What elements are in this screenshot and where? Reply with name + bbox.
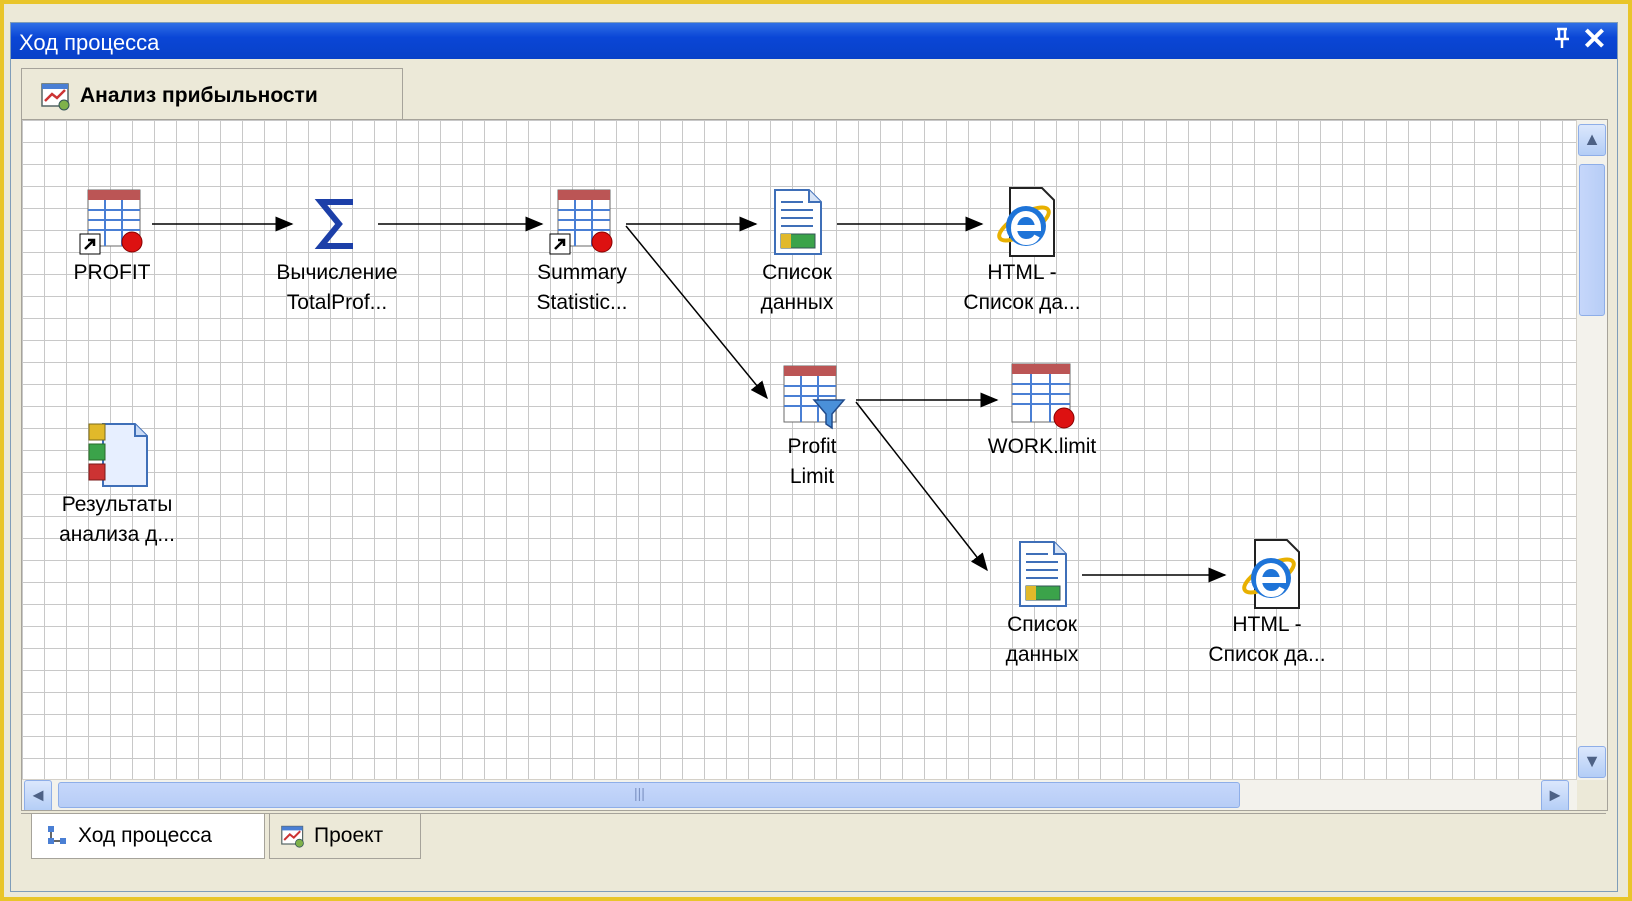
node-html2-label1: HTML - xyxy=(1232,613,1302,636)
node-calc[interactable]: Вычисление TotalProf... xyxy=(252,186,422,318)
scroll-left-button[interactable]: ◄ xyxy=(24,780,52,810)
bottom-tab-bar: Ход процесса Проект xyxy=(21,813,1606,870)
tab-analysis-label: Анализ прибыльности xyxy=(80,84,318,107)
title-bar: Ход процесса ✕ xyxy=(11,23,1617,59)
node-list1-label1: Список xyxy=(762,261,832,284)
internet-explorer-icon xyxy=(1242,539,1300,609)
vertical-scroll-thumb[interactable] xyxy=(1579,164,1605,316)
scroll-up-button[interactable]: ▲ xyxy=(1578,124,1606,156)
scroll-grip: ||| xyxy=(634,785,645,801)
vertical-scrollbar[interactable]: ▲ ▼ xyxy=(1576,120,1607,780)
node-filter[interactable]: Profit Limit xyxy=(762,360,862,492)
window-title: Ход процесса xyxy=(19,30,160,55)
tab-project-label: Проект xyxy=(314,824,384,847)
node-list2-label1: Список xyxy=(1007,613,1077,636)
screen-frame: Ход процесса ✕ Анализ прибыльности PROFI… xyxy=(0,0,1632,901)
table-shortcut-icon xyxy=(79,189,143,255)
pin-icon[interactable] xyxy=(1553,27,1571,55)
node-html2-label2: Список да... xyxy=(1208,643,1326,666)
tab-analysis[interactable]: Анализ прибыльности xyxy=(21,68,403,120)
node-html1-label2: Список да... xyxy=(963,291,1081,314)
horizontal-scrollbar[interactable]: ◄ ||| ► xyxy=(22,779,1577,810)
scroll-corner xyxy=(1577,780,1607,810)
node-worklimit-label1: WORK.limit xyxy=(987,435,1097,458)
node-profit-label1: PROFIT xyxy=(73,261,151,284)
node-results[interactable]: Результаты анализа д... xyxy=(42,418,192,550)
node-list2-label2: данных xyxy=(1005,643,1079,666)
internet-explorer-icon xyxy=(997,187,1055,257)
node-calc-label2: TotalProf... xyxy=(286,291,388,314)
results-icon xyxy=(88,423,148,487)
tab-process-flow[interactable]: Ход процесса xyxy=(31,814,265,859)
sigma-icon xyxy=(314,199,353,249)
scroll-right-button[interactable]: ► xyxy=(1541,780,1569,810)
node-calc-label1: Вычисление xyxy=(276,261,398,284)
node-profit[interactable]: PROFIT xyxy=(52,186,172,288)
node-summary-label2: Statistic... xyxy=(536,291,628,314)
project-icon xyxy=(281,825,304,848)
node-html1[interactable]: HTML - Список да... xyxy=(952,186,1092,318)
node-results-label2: анализа д... xyxy=(59,523,175,546)
horizontal-scroll-thumb[interactable]: ||| xyxy=(58,782,1240,808)
report-icon xyxy=(774,189,822,255)
node-filter-label2: Limit xyxy=(789,465,835,488)
table-shortcut-icon xyxy=(549,189,613,255)
process-flow-canvas[interactable]: PROFIT Вычисление TotalProf... Summary S… xyxy=(21,119,1608,811)
scroll-down-button[interactable]: ▼ xyxy=(1578,746,1606,778)
close-icon[interactable]: ✕ xyxy=(1582,24,1607,56)
process-flow-window: Ход процесса ✕ Анализ прибыльности PROFI… xyxy=(10,22,1618,892)
node-list1-label2: данных xyxy=(760,291,834,314)
filter-table-icon xyxy=(783,365,846,430)
node-worklimit[interactable]: WORK.limit xyxy=(967,360,1117,462)
tab-project[interactable]: Проект xyxy=(269,814,421,859)
project-icon xyxy=(41,83,70,111)
node-html2[interactable]: HTML - Список да... xyxy=(1197,538,1337,670)
node-summary[interactable]: Summary Statistic... xyxy=(517,186,647,318)
node-list1[interactable]: Список данных xyxy=(742,186,852,318)
node-html1-label1: HTML - xyxy=(987,261,1057,284)
process-flow-icon xyxy=(48,826,66,844)
node-list2[interactable]: Список данных xyxy=(987,538,1097,670)
tab-process-flow-label: Ход процесса xyxy=(78,824,212,847)
node-filter-label1: Profit xyxy=(787,435,837,458)
report-icon xyxy=(1019,541,1067,607)
node-results-label1: Результаты xyxy=(61,493,173,516)
table-icon xyxy=(1011,363,1075,429)
node-summary-label1: Summary xyxy=(537,261,627,284)
